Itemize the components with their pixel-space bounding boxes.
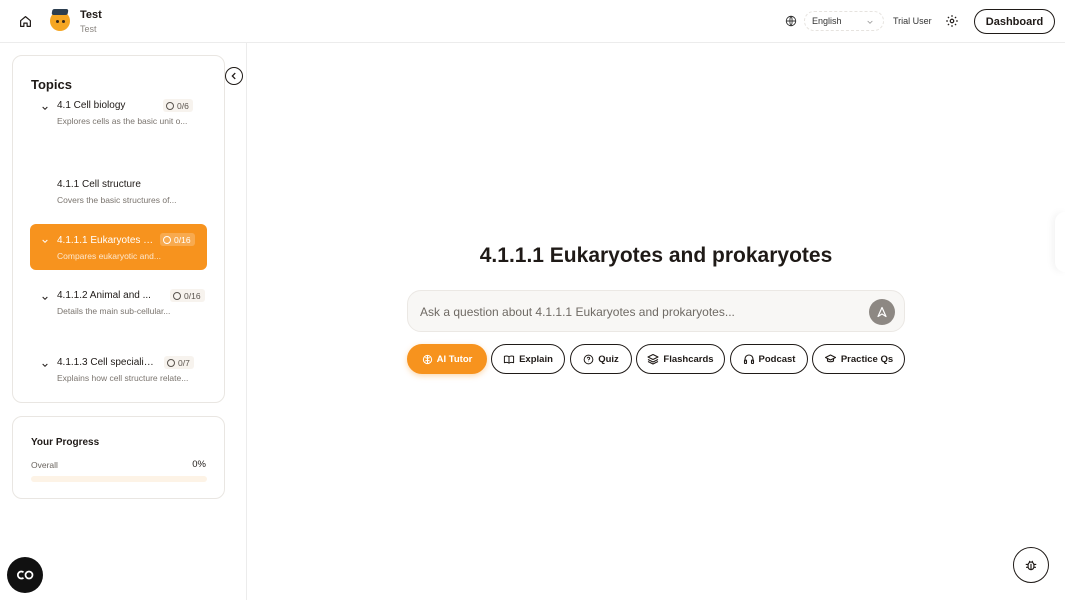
topic-progress-badge: 0/6	[163, 99, 193, 112]
sidebar: Topics 4.1 Cell biology 0/6 Explores cel…	[0, 43, 247, 600]
explain-button[interactable]: Explain	[491, 344, 565, 374]
home-button[interactable]	[16, 12, 34, 30]
chevron-left-icon	[231, 72, 236, 80]
side-drawer-handle[interactable]	[1055, 212, 1065, 272]
progress-ring-icon	[173, 291, 181, 300]
chevron-down-icon	[42, 363, 48, 368]
topic-name: 4.1.1.2 Animal and ...	[57, 290, 151, 301]
topic-item-animal-plant[interactable]: 4.1.1.2 Animal and ... 0/16 Details the …	[30, 288, 207, 318]
progress-label: Overall	[31, 460, 58, 470]
user-name[interactable]: Trial User	[893, 16, 932, 26]
page-title: 4.1.1.1 Eukaryotes and prokaryotes	[479, 244, 833, 267]
chevron-down-icon	[42, 296, 48, 301]
app-title: Test	[80, 9, 102, 21]
progress-value: 0%	[192, 459, 206, 470]
topic-name: 4.1.1 Cell structure	[57, 179, 141, 190]
ask-box	[407, 290, 905, 332]
topic-item-cell-structure[interactable]: 4.1.1 Cell structure Covers the basic st…	[30, 177, 207, 207]
chevron-down-icon	[867, 20, 873, 24]
question-icon	[583, 354, 594, 364]
topic-name: 4.1 Cell biology	[57, 100, 126, 111]
home-icon	[19, 15, 31, 27]
progress-title: Your Progress	[31, 437, 100, 448]
send-icon	[877, 306, 887, 318]
topic-progress-badge: 0/7	[164, 356, 194, 369]
language-select-value: English	[812, 16, 842, 26]
quiz-button[interactable]: Quiz	[570, 344, 632, 374]
app-subtitle: Test	[80, 24, 97, 34]
gear-icon	[946, 15, 958, 27]
progress-ring-icon	[166, 101, 174, 110]
book-icon	[504, 354, 515, 364]
topic-name: 4.1.1.3 Cell specialis...	[57, 357, 157, 368]
podcast-button[interactable]: Podcast	[730, 344, 808, 374]
topic-item-cell-specialisation[interactable]: 4.1.1.3 Cell specialis... 0/7 Explains h…	[30, 355, 207, 385]
topic-description: Explores cells as the basic unit o...	[57, 116, 188, 126]
progress-bar	[31, 476, 207, 482]
collapse-sidebar-button[interactable]	[225, 67, 243, 85]
brain-icon	[422, 354, 432, 364]
chevron-down-icon	[42, 106, 48, 111]
topic-item-cell-biology[interactable]: 4.1 Cell biology 0/6 Explores cells as t…	[30, 98, 207, 128]
globe-icon	[785, 15, 797, 27]
practice-qs-button[interactable]: Practice Qs	[812, 344, 905, 374]
topic-description: Compares eukaryotic and...	[57, 251, 161, 261]
topics-title: Topics	[31, 77, 72, 92]
send-button[interactable]	[869, 299, 895, 325]
graduation-cap-icon	[824, 354, 836, 363]
topic-description: Details the main sub-cellular...	[57, 306, 171, 316]
topic-progress-badge: 0/16	[160, 233, 195, 246]
co-logo-icon	[17, 570, 34, 580]
topic-name: 4.1.1.1 Eukaryotes a...	[57, 235, 155, 246]
dashboard-button[interactable]: Dashboard	[974, 9, 1055, 34]
headphones-icon	[743, 354, 754, 365]
co-logo-button[interactable]	[7, 557, 43, 593]
ai-tutor-button[interactable]: AI Tutor	[407, 344, 487, 374]
topic-progress-badge: 0/16	[170, 289, 205, 302]
app-logo-icon	[50, 11, 70, 31]
topic-item-eukaryotes[interactable]: 4.1.1.1 Eukaryotes a... 0/16 Compares eu…	[30, 224, 207, 270]
ask-question-input[interactable]	[420, 301, 860, 323]
layers-icon	[647, 353, 659, 365]
progress-panel: Your Progress Overall 0%	[12, 416, 225, 499]
report-bug-button[interactable]	[1013, 547, 1049, 583]
bug-icon	[1025, 560, 1037, 571]
flashcards-button[interactable]: Flashcards	[636, 344, 725, 374]
top-header: Test Test English Trial User Dashboard	[0, 0, 1065, 43]
progress-ring-icon	[163, 235, 171, 244]
settings-button[interactable]	[945, 14, 959, 28]
chevron-down-icon	[42, 239, 48, 244]
progress-ring-icon	[167, 358, 175, 367]
topic-description: Covers the basic structures of...	[57, 195, 177, 205]
language-select[interactable]: English	[804, 11, 884, 31]
topic-description: Explains how cell structure relate...	[57, 373, 189, 383]
